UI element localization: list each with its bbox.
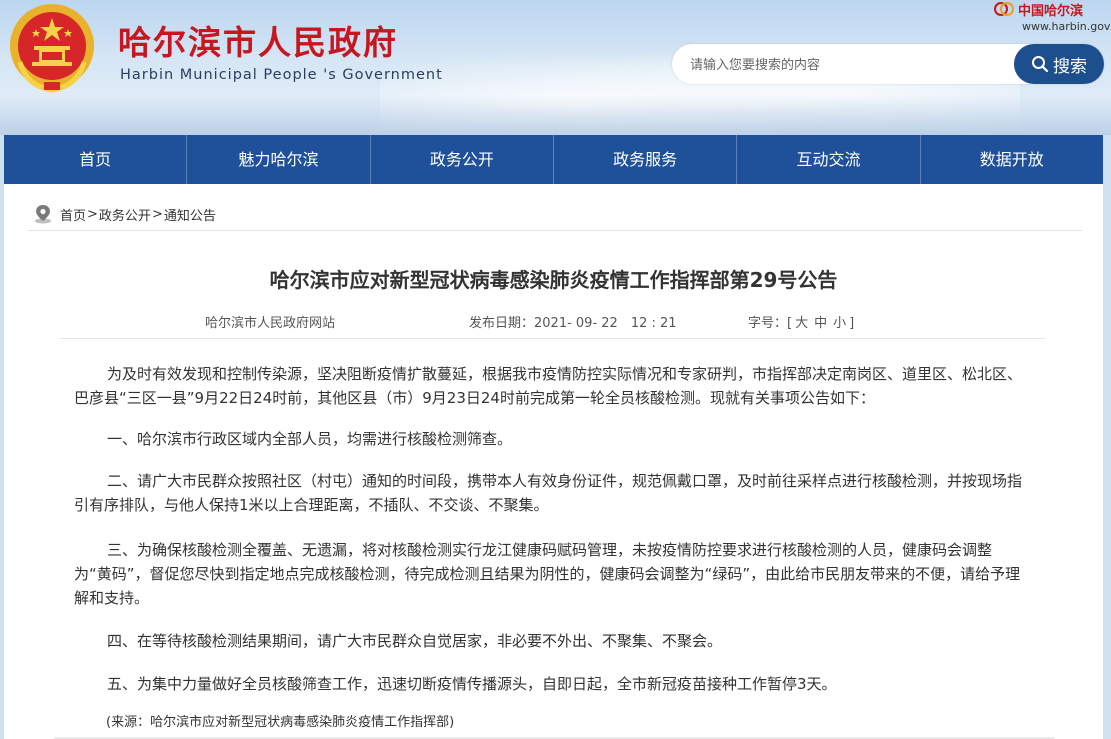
article-source-note: (来源：哈尔滨市应对新型冠状病毒感染肺炎疫情工作指挥部) — [106, 715, 455, 730]
divider — [28, 230, 1082, 231]
divider — [60, 338, 1045, 339]
article-paragraph-5: 五、为集中力量做好全员核酸筛查工作，迅速切断疫情传播源头，自即日起，全市新冠疫苗… — [107, 675, 837, 693]
font-size-large-link[interactable]: 大 — [795, 316, 808, 331]
header-skyline — [0, 95, 1111, 135]
main-nav: 首页 魅力哈尔滨 政务公开 政务服务 互动交流 数据开放 — [4, 135, 1103, 184]
main-content: 首页 > 政务公开 > 通知公告 哈尔滨市应对新型冠状病毒感染肺炎疫情工作指挥部… — [4, 184, 1103, 739]
article-publish-date: 发布日期：2021- 09- 22 12 : 21 — [469, 316, 677, 331]
breadcrumb-separator: > — [151, 206, 163, 222]
article-source-site: 哈尔滨市人民政府网站 — [205, 316, 336, 331]
breadcrumb-notices[interactable]: 通知公告 — [164, 205, 216, 224]
font-size-small-link[interactable]: 小 — [833, 316, 846, 331]
breadcrumb-gov-affairs[interactable]: 政务公开 — [99, 205, 151, 224]
font-size-medium-link[interactable]: 中 — [814, 316, 827, 331]
font-size-control: 字号：[大中小] — [748, 312, 854, 331]
breadcrumb-separator: > — [87, 206, 98, 222]
nav-item-charm-harbin[interactable]: 魅力哈尔滨 — [187, 135, 371, 184]
site-title: 哈尔滨市人民政府 — [118, 23, 398, 62]
site-subtitle: Harbin Municipal People 's Government — [120, 67, 443, 83]
search-button-label: 搜索 — [1053, 56, 1087, 77]
breadcrumb: 首页 > 政务公开 > 通知公告 — [34, 204, 216, 224]
gov-logo-icon — [994, 2, 1014, 16]
breadcrumb-home[interactable]: 首页 — [60, 205, 86, 224]
search-button[interactable]: 搜索 — [1014, 44, 1104, 84]
national-emblem-icon — [10, 4, 94, 93]
gov-logo[interactable]: 中国哈尔滨 — [994, 0, 1084, 19]
nav-item-open-data[interactable]: 数据开放 — [921, 135, 1103, 184]
gov-url[interactable]: www.harbin.gov.cn — [1022, 20, 1111, 33]
location-pin-icon — [35, 205, 51, 224]
search-box: 搜索 — [672, 44, 1104, 86]
search-input[interactable] — [688, 44, 1012, 86]
gov-logo-text: 中国哈尔滨 — [1018, 3, 1084, 19]
search-icon — [1032, 56, 1049, 73]
article-title: 哈尔滨市应对新型冠状病毒感染肺炎疫情工作指挥部第29号公告 — [269, 268, 838, 292]
article-paragraph-intro: 为及时有效发现和控制传染源，坚决阻断疫情扩散蔓延，根据我市疫情防控实际情况和专家… — [74, 365, 1023, 407]
nav-item-home[interactable]: 首页 — [4, 135, 188, 184]
article-paragraph-4: 四、在等待核酸检测结果期间，请广大市民群众自觉居家，非必要不外出、不聚集、不聚会… — [107, 632, 723, 650]
font-size-label: 字号：[ — [748, 316, 793, 331]
article-paragraph-1: 一、哈尔滨市行政区域内全部人员，均需进行核酸检测筛查。 — [107, 430, 513, 448]
article-paragraph-3: 三、为确保核酸检测全覆盖、无遗漏，将对核酸检测实行龙江健康码赋码管理，未按疫情防… — [74, 541, 1021, 607]
site-header: 哈尔滨市人民政府 Harbin Municipal People 's Gove… — [0, 0, 1111, 135]
article-paragraph-2: 二、请广大市民群众按照社区（村屯）通知的时间段，携带本人有效身份证件，规范佩戴口… — [74, 472, 1023, 514]
nav-item-gov-services[interactable]: 政务服务 — [554, 135, 738, 184]
font-size-bracket: ] — [849, 316, 855, 331]
nav-item-interaction[interactable]: 互动交流 — [737, 135, 921, 184]
nav-item-gov-affairs-disclosure[interactable]: 政务公开 — [371, 135, 554, 184]
